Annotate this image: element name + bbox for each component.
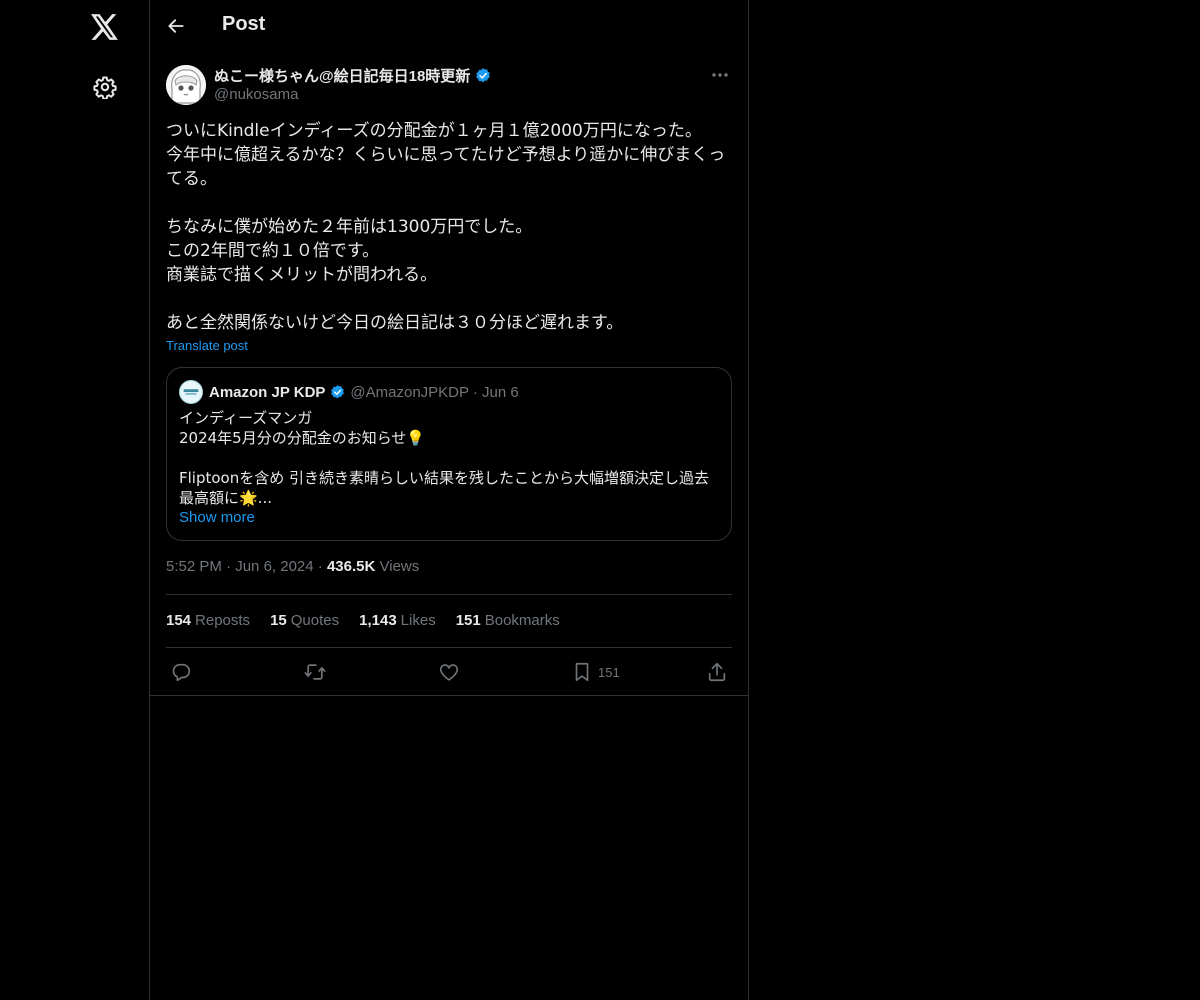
quoted-author-avatar <box>179 380 203 404</box>
separator-dot: · <box>317 558 327 575</box>
translate-post-link[interactable]: Translate post <box>166 338 248 353</box>
quotes-stat[interactable]: 15 Quotes <box>270 612 339 629</box>
divider <box>166 647 732 648</box>
bookmark-icon <box>575 662 589 682</box>
separator-dot: · <box>473 383 479 401</box>
bookmark-button[interactable]: 151 <box>572 660 620 684</box>
post-meta: 5:52 PM · Jun 6, 2024 · 436.5K Views <box>166 558 419 575</box>
views-label: Views <box>379 558 420 575</box>
heart-icon <box>439 664 459 681</box>
main-column: Post ぬこー様ちゃん@絵日記毎日18時更新 @nukosama ついにKin… <box>150 0 749 1000</box>
quoted-post[interactable]: Amazon JP KDP @AmazonJPKDP · Jun 6 インディー… <box>166 367 732 541</box>
divider <box>166 594 732 595</box>
share-icon <box>708 662 726 682</box>
quoted-post-text: インディーズマンガ 2024年5月分の分配金のお知らせ💡 Fliptoonを含め… <box>179 409 709 507</box>
x-logo-icon[interactable] <box>89 11 121 43</box>
page-title: Post <box>222 13 266 35</box>
bookmarks-stat[interactable]: 151 Bookmarks <box>456 612 560 629</box>
quoted-post-date: Jun 6 <box>482 383 519 401</box>
quoted-author-handle: @AmazonJPKDP <box>350 383 470 401</box>
more-button[interactable] <box>708 65 732 85</box>
views-count: 436.5K <box>326 558 376 575</box>
show-more-link[interactable]: Show more <box>179 509 255 526</box>
share-button[interactable] <box>706 660 728 684</box>
separator-dot: · <box>226 558 236 575</box>
engagement-stats: 154 Reposts 15 Quotes 1,143 Likes 151 Bookma… <box>166 612 560 629</box>
post-text: ついにKindleインディーズの分配金が１ヶ月１億2000万円になった。 今年中… <box>166 121 726 333</box>
author-handle[interactable]: @nukosama <box>214 86 298 103</box>
author-name-row[interactable]: ぬこー様ちゃん@絵日記毎日18時更新 <box>214 65 492 86</box>
like-button[interactable] <box>438 660 460 684</box>
page-header: Post <box>150 0 748 53</box>
repost-button[interactable] <box>303 660 327 684</box>
post-date[interactable]: Jun 6, 2024 <box>235 558 313 575</box>
reply-icon <box>172 663 191 682</box>
post-time[interactable]: 5:52 PM <box>166 558 222 575</box>
post: ぬこー様ちゃん@絵日記毎日18時更新 @nukosama ついにKindleイン… <box>150 53 748 696</box>
back-button[interactable] <box>162 10 190 42</box>
author-name[interactable]: ぬこー様ちゃん@絵日記毎日18時更新 <box>214 65 470 86</box>
bookmark-count: 151 <box>598 664 620 680</box>
more-horizontal-icon <box>712 73 728 77</box>
verified-badge-icon <box>331 384 345 399</box>
left-nav <box>0 0 150 1000</box>
gear-icon[interactable] <box>89 71 121 103</box>
repost-icon <box>304 664 326 680</box>
likes-stat[interactable]: 1,143 Likes <box>359 612 436 629</box>
reposts-stat[interactable]: 154 Reposts <box>166 612 250 629</box>
quoted-post-header: Amazon JP KDP @AmazonJPKDP · Jun 6 <box>179 380 519 404</box>
author-avatar[interactable] <box>166 65 206 105</box>
arrow-left-icon <box>168 19 184 33</box>
reply-button[interactable] <box>170 660 192 684</box>
verified-badge-icon <box>476 67 491 82</box>
quoted-author-name: Amazon JP KDP <box>209 383 326 401</box>
